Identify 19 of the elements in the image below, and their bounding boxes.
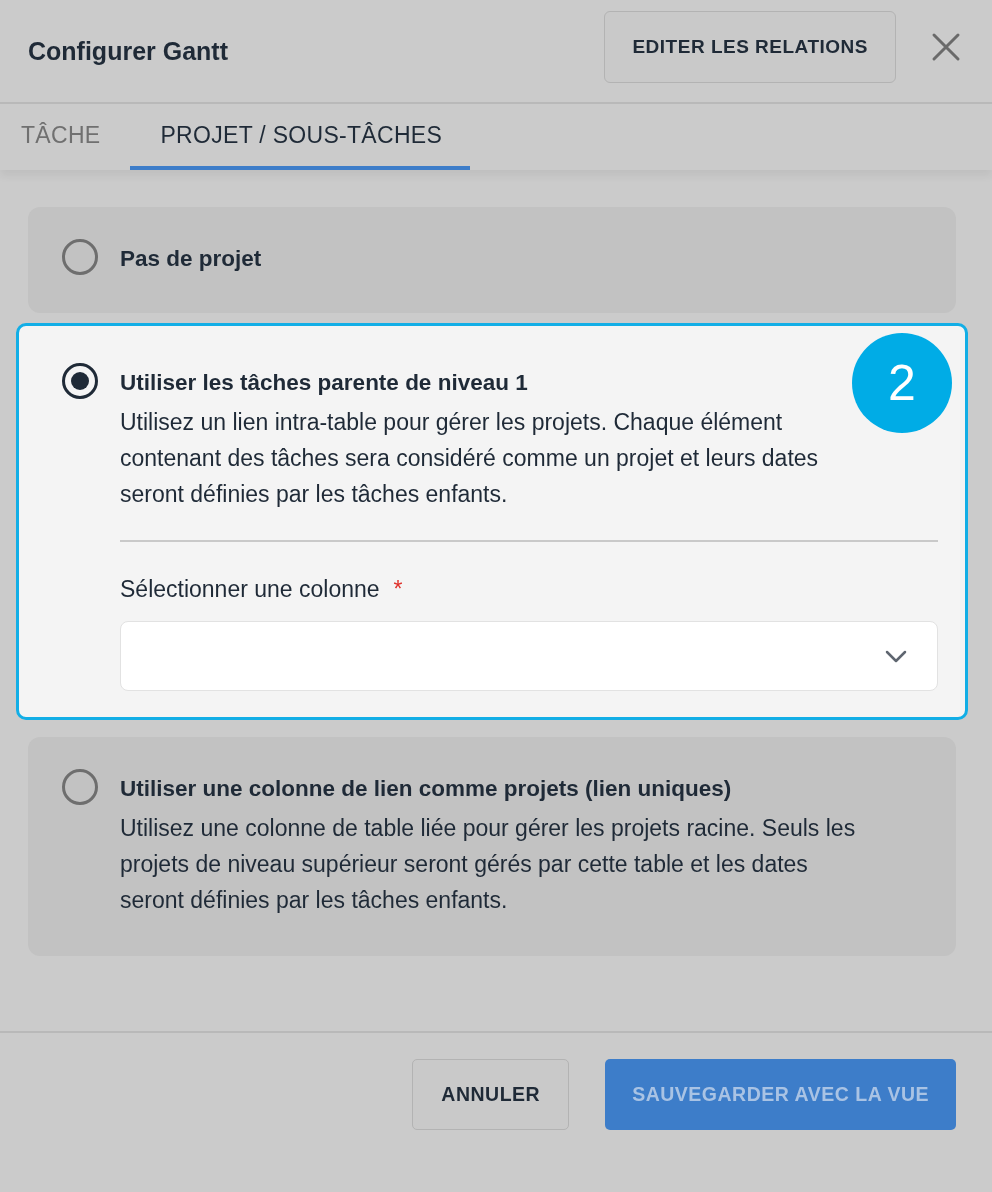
field-label: Sélectionner une colonne [120,576,380,603]
radio-button[interactable] [62,239,98,275]
option-description: Utilisez un lien intra-table pour gérer les projets. Chaque élément contenant des tâches sera considéré comme un projet et leurs dates seront définies par les tâches enfants. [120,408,820,509]
edit-relations-button[interactable]: EDITER LES RELATIONS [604,11,896,83]
step-badge: 2 [852,333,952,433]
option-card[interactable] [16,323,968,720]
chevron-down-icon [885,649,907,663]
option-title: Utiliser une colonne de lien comme projets (lien uniques) [120,776,732,802]
radio-button[interactable] [62,769,98,805]
cancel-button[interactable]: ANNULER [412,1059,570,1130]
option-title: Utiliser les tâches parente de niveau 1 [120,370,528,396]
option-description: Utilisez une colonne de table liée pour gérer les projets racine. Seuls les projets de niveau supérieur seront gérés par cette table et les dates seront définies par les tâches enfants. [120,814,857,915]
tab[interactable]: PROJET / SOUS-TÂCHES [130,104,471,170]
required-mark: * [393,576,403,603]
option-card[interactable]: Pas de projet [28,207,956,313]
option-card[interactable] [28,737,956,956]
option-title: Pas de projet [120,246,262,272]
radio-button[interactable] [62,363,98,399]
dialog-title: Configurer Gantt [28,36,229,66]
